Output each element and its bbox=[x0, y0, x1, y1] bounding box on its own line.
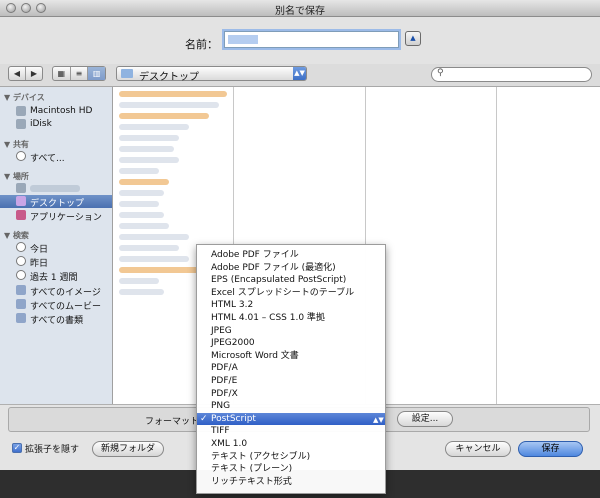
format-popup-menu[interactable]: Adobe PDF ファイル Adobe PDF ファイル (最適化) EPS … bbox=[196, 244, 386, 494]
menu-item-excel-table[interactable]: Excel スプレッドシートのテーブル bbox=[197, 287, 385, 300]
sidebar-item-past-week[interactable]: 過去 1 週間 bbox=[0, 269, 112, 283]
smart-folder-icon bbox=[16, 285, 26, 295]
menu-item-postscript[interactable]: ✓ PostScript ▲▼ bbox=[197, 412, 385, 426]
redacted-item-name bbox=[30, 185, 80, 192]
desktop-icon bbox=[16, 196, 26, 206]
forward-arrow-icon[interactable]: ▶ bbox=[26, 67, 42, 80]
sidebar-item-macintosh-hd[interactable]: Macintosh HD bbox=[0, 105, 112, 118]
menu-item-text-accessible[interactable]: テキスト (アクセシブル) bbox=[197, 451, 385, 464]
file-row[interactable] bbox=[119, 234, 189, 240]
menu-item-adobe-pdf-optimized[interactable]: Adobe PDF ファイル (最適化) bbox=[197, 262, 385, 275]
menu-item-xml[interactable]: XML 1.0 bbox=[197, 438, 385, 451]
file-row[interactable] bbox=[119, 113, 209, 119]
new-folder-button[interactable]: 新規フォルダ bbox=[92, 441, 164, 457]
menu-item-pdf-x[interactable]: PDF/X bbox=[197, 388, 385, 401]
menu-item-png[interactable]: PNG bbox=[197, 400, 385, 413]
menu-item-jpeg2000[interactable]: JPEG2000 bbox=[197, 337, 385, 350]
file-row[interactable] bbox=[119, 278, 159, 284]
file-row[interactable] bbox=[119, 135, 179, 141]
checkmark-icon: ✓ bbox=[200, 413, 208, 424]
applications-icon bbox=[16, 210, 26, 220]
filename-input[interactable] bbox=[224, 31, 399, 48]
save-button[interactable]: 保存 bbox=[518, 441, 583, 457]
file-row[interactable] bbox=[119, 102, 219, 108]
menu-item-rtf[interactable]: リッチテキスト形式 bbox=[197, 476, 385, 489]
file-row[interactable] bbox=[119, 223, 169, 229]
smart-folder-icon bbox=[16, 299, 26, 309]
file-row[interactable] bbox=[119, 256, 189, 262]
file-row[interactable] bbox=[119, 267, 199, 273]
clock-icon bbox=[16, 270, 26, 280]
menu-item-jpeg[interactable]: JPEG bbox=[197, 325, 385, 338]
smart-folder-icon bbox=[16, 313, 26, 323]
menu-item-adobe-pdf[interactable]: Adobe PDF ファイル bbox=[197, 249, 385, 262]
idisk-icon bbox=[16, 119, 26, 129]
file-row[interactable] bbox=[119, 91, 227, 97]
hide-extension-checkbox[interactable]: ✓ bbox=[12, 443, 22, 453]
cancel-button[interactable]: キャンセル bbox=[445, 441, 511, 457]
view-mode-control[interactable]: ▦ ≡ ▥ bbox=[52, 66, 106, 81]
menu-item-pdf-a[interactable]: PDF/A bbox=[197, 362, 385, 375]
sidebar-item-applications[interactable]: アプリケーション bbox=[0, 209, 112, 223]
sidebar-item-all-images[interactable]: すべてのイメージ bbox=[0, 284, 112, 298]
list-view-icon[interactable]: ≡ bbox=[71, 67, 89, 80]
title-bar: 別名で保存 bbox=[0, 0, 600, 17]
menu-item-html-4-01[interactable]: HTML 4.01 – CSS 1.0 準拠 bbox=[197, 312, 385, 325]
sidebar-item-yesterday[interactable]: 昨日 bbox=[0, 255, 112, 269]
file-row[interactable] bbox=[119, 168, 159, 174]
menu-item-word-document[interactable]: Microsoft Word 文書 bbox=[197, 350, 385, 363]
file-row[interactable] bbox=[119, 245, 179, 251]
sidebar-item-all-documents[interactable]: すべての書類 bbox=[0, 312, 112, 326]
filename-selection bbox=[228, 35, 258, 44]
column-view-icon[interactable]: ▥ bbox=[88, 67, 106, 80]
search-icon: ⚲ bbox=[437, 68, 444, 78]
sidebar-item-idisk[interactable]: iDisk bbox=[0, 118, 112, 131]
menu-item-text-plain[interactable]: テキスト (プレーン) bbox=[197, 463, 385, 476]
menu-item-html-3-2[interactable]: HTML 3.2 bbox=[197, 299, 385, 312]
sidebar-section-devices: ▼ デバイス bbox=[4, 93, 45, 102]
search-field[interactable]: ⚲ bbox=[431, 67, 592, 82]
window-title: 別名で保存 bbox=[275, 6, 325, 17]
hide-extension-label: 拡張子を隠す bbox=[25, 445, 80, 455]
sidebar: ▼ デバイス Macintosh HD iDisk ▼ 共有 すべて... ▼ … bbox=[0, 87, 113, 404]
file-row[interactable] bbox=[119, 190, 164, 196]
file-row[interactable] bbox=[119, 157, 179, 163]
menu-item-pdf-e[interactable]: PDF/E bbox=[197, 375, 385, 388]
popup-arrows-icon: ▲▼ bbox=[373, 415, 384, 424]
file-column-4[interactable] bbox=[497, 87, 600, 404]
location-label: デスクトップ bbox=[139, 72, 199, 83]
collapse-dialog-button[interactable]: ▲ bbox=[405, 31, 421, 46]
sidebar-section-shared: ▼ 共有 bbox=[4, 140, 29, 149]
hard-disk-icon bbox=[16, 106, 26, 116]
icon-view-icon[interactable]: ▦ bbox=[53, 67, 71, 80]
sidebar-section-search: ▼ 検索 bbox=[4, 231, 29, 240]
clock-icon bbox=[16, 256, 26, 266]
name-label: 名前： bbox=[185, 38, 218, 51]
clock-icon bbox=[16, 242, 26, 252]
sidebar-section-places: ▼ 場所 bbox=[4, 172, 29, 181]
file-row[interactable] bbox=[119, 212, 164, 218]
location-popup[interactable]: デスクトップ ▲▼ bbox=[116, 66, 307, 83]
sidebar-item-desktop[interactable]: デスクトップ bbox=[0, 195, 112, 209]
folder-icon bbox=[121, 69, 133, 78]
file-row[interactable] bbox=[119, 124, 189, 130]
format-settings-button[interactable]: 設定... bbox=[397, 411, 453, 427]
file-row[interactable] bbox=[119, 146, 174, 152]
sidebar-item-shared-all[interactable]: すべて... bbox=[0, 150, 112, 164]
home-icon bbox=[16, 183, 26, 193]
menu-item-tiff[interactable]: TIFF bbox=[197, 425, 385, 438]
back-arrow-icon[interactable]: ◀ bbox=[9, 67, 26, 80]
sidebar-item-all-movies[interactable]: すべてのムービー bbox=[0, 298, 112, 312]
file-row[interactable] bbox=[119, 201, 159, 207]
file-row[interactable] bbox=[119, 289, 164, 295]
menu-item-eps[interactable]: EPS (Encapsulated PostScript) bbox=[197, 274, 385, 287]
network-icon bbox=[16, 151, 26, 161]
sidebar-item-today[interactable]: 今日 bbox=[0, 241, 112, 255]
popup-arrows-icon: ▲▼ bbox=[293, 67, 306, 80]
back-forward-control[interactable]: ◀ ▶ bbox=[8, 66, 43, 81]
file-row[interactable] bbox=[119, 179, 169, 185]
format-label: フォーマット bbox=[145, 417, 200, 427]
sidebar-item-home-folder[interactable] bbox=[0, 182, 112, 195]
